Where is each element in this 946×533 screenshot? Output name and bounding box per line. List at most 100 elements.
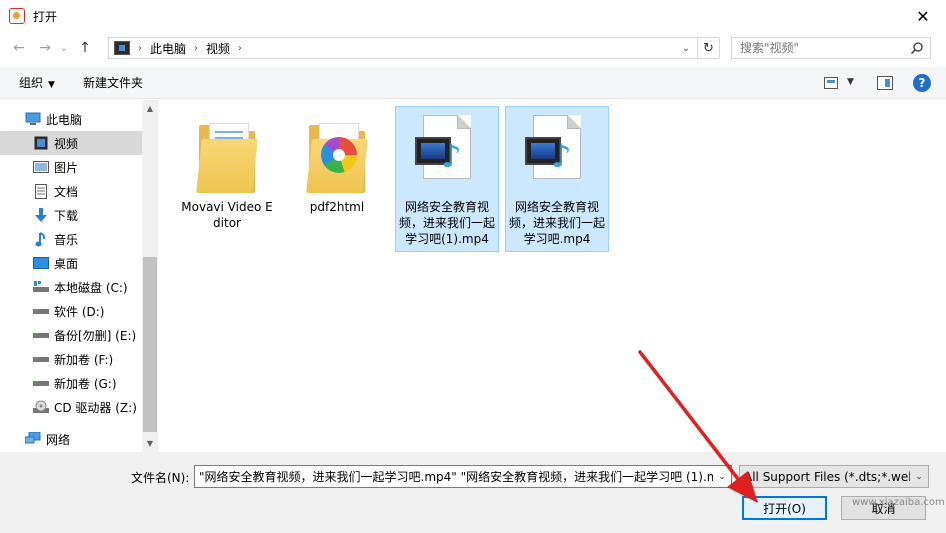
video-file-icon: ♪ bbox=[525, 115, 589, 195]
address-dropdown-icon[interactable]: ⌄ bbox=[677, 38, 695, 58]
breadcrumb-this-pc[interactable]: 此电脑 bbox=[150, 40, 186, 57]
sidebar-item-music[interactable]: 音乐 bbox=[0, 227, 142, 251]
preview-pane-icon[interactable] bbox=[877, 76, 893, 90]
video-icon bbox=[33, 135, 49, 151]
sidebar-item-drive-g[interactable]: 新加卷 (G:) bbox=[0, 371, 142, 395]
sidebar-item-label: 视频 bbox=[54, 136, 79, 151]
view-mode-icon[interactable] bbox=[824, 77, 838, 89]
sidebar-item-label: 网络 bbox=[46, 432, 71, 447]
sidebar-item-drive-c[interactable]: 本地磁盘 (C:) bbox=[0, 275, 142, 299]
drive-icon bbox=[33, 375, 49, 391]
help-icon[interactable]: ? bbox=[913, 74, 931, 92]
sidebar-item-label: 桌面 bbox=[54, 256, 79, 271]
filename-input[interactable]: "网络安全教育视频，进来我们一起学习吧.mp4" "网络安全教育视频，进来我们一… bbox=[194, 465, 732, 488]
sidebar-item-label: 软件 (D:) bbox=[54, 304, 105, 319]
filename-value: "网络安全教育视频，进来我们一起学习吧.mp4" "网络安全教育视频，进来我们一… bbox=[199, 470, 732, 484]
sidebar-item-label: 文档 bbox=[54, 184, 79, 199]
sidebar-item-drive-e[interactable]: 备份[勿删] (E:) bbox=[0, 323, 142, 347]
filename-dropdown-icon[interactable]: ⌄ bbox=[713, 466, 731, 487]
file-item-video-2[interactable]: ♪ 网络安全教育视频，进来我们一起学习吧.mp4 bbox=[505, 106, 609, 252]
file-name: 网络安全教育视频，进来我们一起学习吧(1).mp4 bbox=[399, 200, 496, 246]
scroll-down-icon[interactable]: ▼ bbox=[142, 435, 158, 452]
address-bar[interactable]: › 此电脑 › 视频 › ⌄ ↻ bbox=[108, 37, 720, 59]
sidebar-item-videos[interactable]: 视频 bbox=[0, 131, 142, 155]
refresh-icon[interactable]: ↻ bbox=[697, 38, 719, 58]
file-name: 网络安全教育视频，进来我们一起学习吧.mp4 bbox=[509, 200, 606, 246]
sidebar-item-documents[interactable]: 文档 bbox=[0, 179, 142, 203]
scroll-thumb[interactable] bbox=[143, 257, 157, 432]
sidebar-item-cd-drive[interactable]: CD 驱动器 (Z:) bbox=[0, 395, 142, 419]
dialog-footer: 文件名(N): "网络安全教育视频，进来我们一起学习吧.mp4" "网络安全教育… bbox=[0, 452, 946, 533]
computer-icon bbox=[25, 111, 41, 127]
sidebar-item-label: 新加卷 (G:) bbox=[54, 376, 117, 391]
file-name: pdf2html bbox=[309, 200, 365, 214]
scroll-up-icon[interactable]: ▲ bbox=[142, 100, 158, 117]
sidebar-item-label: 备份[勿删] (E:) bbox=[54, 328, 137, 343]
forward-arrow-icon[interactable]: → bbox=[33, 36, 57, 60]
sidebar-scrollbar[interactable]: ▲ ▼ bbox=[142, 100, 158, 452]
file-item-video-1[interactable]: ♪ 网络安全教育视频，进来我们一起学习吧(1).mp4 bbox=[395, 106, 499, 252]
file-item-movavi[interactable]: Movavi Video Editor bbox=[175, 106, 279, 236]
download-icon bbox=[33, 207, 49, 223]
sidebar-item-label: 本地磁盘 (C:) bbox=[54, 280, 128, 295]
view-mode-caret-icon[interactable]: ▼ bbox=[847, 77, 854, 87]
network-icon bbox=[25, 431, 41, 447]
pictures-icon bbox=[33, 159, 49, 175]
recent-locations-icon[interactable]: ⌄ bbox=[57, 36, 71, 60]
command-bar: 组织 ▼ 新建文件夹 ▼ ? bbox=[0, 67, 946, 99]
close-button[interactable]: ✕ bbox=[900, 0, 946, 32]
sidebar-item-label: 此电脑 bbox=[46, 112, 83, 127]
music-icon bbox=[33, 231, 49, 247]
sidebar-item-label: 新加卷 (F:) bbox=[54, 352, 114, 367]
sidebar-item-label: 下载 bbox=[54, 208, 79, 223]
sidebar-item-downloads[interactable]: 下载 bbox=[0, 203, 142, 227]
drive-icon bbox=[33, 327, 49, 343]
window-title: 打开 bbox=[33, 9, 58, 24]
up-arrow-icon[interactable]: ↑ bbox=[73, 36, 97, 60]
sidebar-item-label: 图片 bbox=[54, 160, 79, 175]
breadcrumb-separator: › bbox=[138, 42, 142, 54]
watermark-text: www.xiazaiba.com bbox=[852, 497, 945, 508]
navigation-pane: 此电脑 视频 图片 文档 下载 音乐 桌面 本地磁盘 (C:) 软件 (D:) … bbox=[0, 100, 158, 452]
filetype-select[interactable]: All Support Files (*.dts;*.web ⌄ bbox=[739, 465, 929, 488]
search-icon[interactable] bbox=[910, 41, 924, 55]
app-folder-icon bbox=[305, 115, 369, 195]
folder-icon bbox=[195, 115, 259, 195]
cd-drive-icon bbox=[33, 399, 49, 415]
app-icon bbox=[9, 8, 25, 24]
breadcrumb-separator[interactable]: › bbox=[238, 43, 242, 54]
sidebar-item-label: 音乐 bbox=[54, 232, 79, 247]
file-name: Movavi Video Editor bbox=[181, 200, 273, 230]
organize-button[interactable]: 组织 ▼ bbox=[19, 74, 55, 91]
video-file-icon: ♪ bbox=[415, 115, 479, 195]
system-drive-icon bbox=[33, 279, 49, 295]
desktop-icon bbox=[33, 255, 49, 271]
sidebar-item-pictures[interactable]: 图片 bbox=[0, 155, 142, 179]
filename-label: 文件名(N): bbox=[131, 471, 190, 485]
organize-label: 组织 bbox=[19, 76, 44, 90]
breadcrumb-separator: › bbox=[194, 42, 199, 54]
navigation-bar: ← → ⌄ ↑ › 此电脑 › 视频 › ⌄ ↻ bbox=[0, 33, 946, 63]
sidebar-item-network[interactable]: 网络 bbox=[0, 427, 142, 451]
search-box[interactable] bbox=[731, 37, 931, 59]
search-input[interactable] bbox=[740, 41, 900, 55]
filetype-dropdown-icon[interactable]: ⌄ bbox=[910, 466, 928, 487]
title-bar: 打开 ✕ bbox=[0, 0, 946, 32]
sidebar-item-desktop[interactable]: 桌面 bbox=[0, 251, 142, 275]
breadcrumb-videos[interactable]: 视频 bbox=[206, 40, 230, 57]
documents-icon bbox=[33, 183, 49, 199]
drive-icon bbox=[33, 303, 49, 319]
filetype-value: All Support Files (*.dts;*.web bbox=[744, 469, 916, 484]
sidebar-item-label: CD 驱动器 (Z:) bbox=[54, 400, 137, 415]
file-item-pdf2html[interactable]: pdf2html bbox=[285, 106, 389, 220]
back-arrow-icon[interactable]: ← bbox=[7, 36, 31, 60]
sidebar-item-this-pc[interactable]: 此电脑 bbox=[0, 107, 142, 131]
video-folder-icon bbox=[114, 41, 130, 55]
caret-down-icon: ▼ bbox=[48, 80, 55, 90]
sidebar-item-drive-f[interactable]: 新加卷 (F:) bbox=[0, 347, 142, 371]
new-folder-button[interactable]: 新建文件夹 bbox=[83, 74, 143, 91]
sidebar-item-drive-d[interactable]: 软件 (D:) bbox=[0, 299, 142, 323]
open-button[interactable]: 打开(O) bbox=[742, 496, 827, 520]
file-list: Movavi Video Editor pdf2html ♪ 网络安全教育视频，… bbox=[159, 100, 946, 452]
drive-icon bbox=[33, 351, 49, 367]
